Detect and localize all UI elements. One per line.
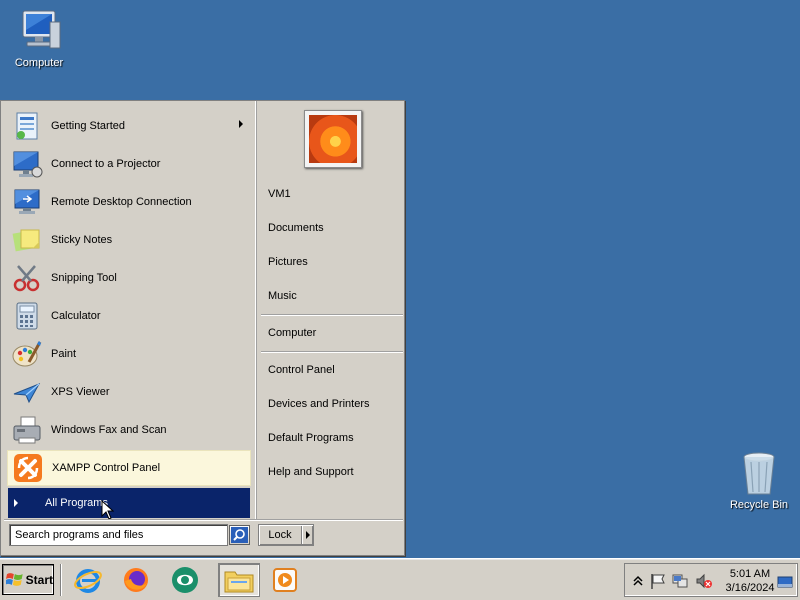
paint-icon bbox=[12, 341, 42, 367]
program-calculator-label: Calculator bbox=[51, 310, 101, 322]
start-button[interactable]: Start bbox=[2, 564, 54, 595]
program-paint-label: Paint bbox=[51, 348, 77, 360]
clock-time[interactable]: 5:01 AM bbox=[722, 568, 778, 580]
quicklaunch-file-explorer[interactable] bbox=[218, 563, 260, 597]
action-center-flag-icon[interactable] bbox=[649, 572, 667, 590]
program-fax-scan-label: Windows Fax and Scan bbox=[51, 424, 167, 436]
internet-explorer-icon bbox=[74, 569, 102, 593]
app-icon bbox=[172, 567, 198, 593]
place-control-panel[interactable]: Control Panel bbox=[268, 361, 400, 379]
recycle-bin-icon bbox=[743, 452, 775, 495]
show-hidden-icons-chevron-icon[interactable] bbox=[629, 572, 647, 590]
lock-button[interactable]: Lock bbox=[258, 524, 314, 546]
quicklaunch-app[interactable] bbox=[168, 563, 202, 597]
quicklaunch-internet-explorer[interactable] bbox=[71, 563, 105, 597]
place-default-programs[interactable]: Default Programs bbox=[268, 429, 400, 447]
program-getting-started-label: Getting Started bbox=[51, 120, 125, 132]
firefox-icon bbox=[124, 568, 148, 592]
volume-muted-icon[interactable] bbox=[695, 572, 713, 590]
program-xampp-control-panel[interactable]: XAMPP Control Panel bbox=[7, 450, 251, 486]
start-menu-bottom-divider bbox=[4, 519, 403, 521]
xampp-icon bbox=[14, 454, 42, 482]
program-xps-viewer[interactable]: XPS Viewer bbox=[7, 374, 251, 410]
start-menu: Getting Started Connect to a Projector R… bbox=[0, 100, 405, 556]
places-separator bbox=[261, 351, 403, 353]
user-avatar[interactable] bbox=[304, 110, 362, 168]
place-devices-printers[interactable]: Devices and Printers bbox=[268, 395, 400, 413]
program-remote-desktop-label: Remote Desktop Connection bbox=[51, 196, 192, 208]
program-xps-viewer-label: XPS Viewer bbox=[51, 386, 110, 398]
network-icon[interactable] bbox=[671, 572, 689, 590]
start-label: Start bbox=[25, 572, 53, 587]
program-sticky-notes[interactable]: Sticky Notes bbox=[7, 222, 251, 258]
place-music[interactable]: Music bbox=[268, 287, 400, 305]
file-explorer-icon bbox=[224, 571, 254, 593]
quicklaunch-firefox[interactable] bbox=[119, 563, 153, 597]
program-remote-desktop[interactable]: Remote Desktop Connection bbox=[7, 184, 251, 220]
program-snipping-tool[interactable]: Snipping Tool bbox=[7, 260, 251, 296]
program-paint[interactable]: Paint bbox=[7, 336, 251, 372]
all-programs-button[interactable]: All Programs bbox=[8, 488, 250, 518]
computer-icon bbox=[22, 10, 61, 49]
show-desktop-icon[interactable] bbox=[777, 572, 793, 590]
search-programs-input[interactable] bbox=[9, 524, 228, 546]
place-help-support[interactable]: Help and Support bbox=[268, 463, 400, 481]
all-programs-arrow-icon bbox=[14, 499, 18, 507]
program-calculator[interactable]: Calculator bbox=[7, 298, 251, 334]
all-programs-label: All Programs bbox=[45, 497, 108, 509]
mouse-cursor-icon bbox=[101, 500, 115, 520]
lock-separator bbox=[301, 526, 302, 544]
taskbar: Start 5:01 AM 3/16/2024 bbox=[0, 558, 800, 600]
program-connect-projector-label: Connect to a Projector bbox=[51, 158, 161, 170]
lock-options-arrow-icon[interactable] bbox=[306, 531, 310, 539]
system-tray: 5:01 AM 3/16/2024 bbox=[624, 563, 798, 597]
desktop-computer-label: Computer bbox=[14, 57, 64, 69]
sticky-notes-icon bbox=[12, 229, 40, 252]
search-button[interactable] bbox=[229, 525, 250, 545]
program-connect-projector[interactable]: Connect to a Projector bbox=[7, 146, 251, 182]
place-computer[interactable]: Computer bbox=[268, 324, 400, 342]
places-separator bbox=[261, 314, 403, 316]
taskbar-separator bbox=[60, 564, 62, 596]
program-getting-started[interactable]: Getting Started bbox=[7, 108, 251, 144]
calculator-icon bbox=[16, 302, 38, 330]
windows-logo-icon bbox=[6, 572, 23, 586]
program-fax-scan[interactable]: Windows Fax and Scan bbox=[7, 412, 251, 448]
fax-scan-icon bbox=[13, 416, 41, 444]
quicklaunch-media-player[interactable] bbox=[268, 563, 302, 597]
desktop-recycle-bin-label: Recycle Bin bbox=[729, 499, 789, 511]
place-user-folder[interactable]: VM1 bbox=[268, 185, 400, 203]
xps-viewer-icon bbox=[13, 383, 41, 404]
projector-icon bbox=[13, 151, 43, 178]
search-icon bbox=[231, 527, 248, 543]
snipping-tool-icon bbox=[13, 265, 40, 292]
submenu-arrow-icon bbox=[239, 120, 243, 128]
user-picture-flower-icon bbox=[309, 115, 357, 163]
clock-date[interactable]: 3/16/2024 bbox=[722, 582, 778, 594]
program-snipping-tool-label: Snipping Tool bbox=[51, 272, 117, 284]
start-menu-programs-pane: Getting Started Connect to a Projector R… bbox=[4, 104, 252, 518]
program-xampp-label: XAMPP Control Panel bbox=[52, 462, 161, 474]
desktop-recycle-bin-shortcut[interactable]: Recycle Bin bbox=[724, 450, 794, 511]
remote-desktop-icon bbox=[14, 189, 40, 214]
start-menu-places-pane: VM1 Documents Pictures Music Computer Co… bbox=[255, 101, 405, 519]
media-player-icon bbox=[273, 568, 297, 592]
desktop-computer-shortcut[interactable]: Computer bbox=[4, 8, 74, 69]
place-documents[interactable]: Documents bbox=[268, 219, 400, 237]
lock-label: Lock bbox=[268, 529, 292, 541]
place-pictures[interactable]: Pictures bbox=[268, 253, 400, 271]
getting-started-icon bbox=[16, 112, 38, 140]
program-sticky-notes-label: Sticky Notes bbox=[51, 234, 113, 246]
